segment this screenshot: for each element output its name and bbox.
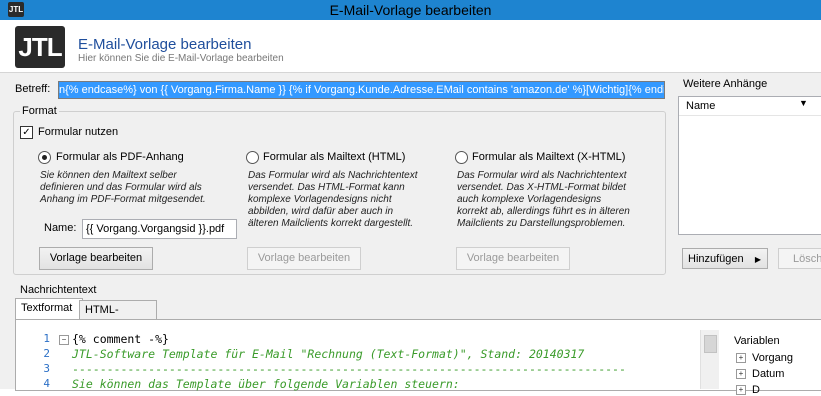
radio-mailtext-html[interactable] [246, 151, 259, 164]
name-label: Name: [44, 222, 77, 234]
radio-pdf-attachment[interactable] [38, 151, 51, 164]
dropdown-arrow-icon: ▶ [754, 255, 761, 264]
tab-textformat[interactable]: Textformat [15, 298, 83, 320]
pdf-name-input[interactable]: {{ Vorgang.Vorgangsid }}.pdf [82, 219, 237, 239]
expand-icon[interactable]: + [736, 353, 746, 363]
line-number: 4 [43, 377, 50, 390]
variable-d[interactable]: D [752, 384, 760, 396]
tab-html-format[interactable]: HTML-Format [79, 300, 157, 335]
expand-icon[interactable]: + [736, 385, 746, 395]
mailtext-xhtml-description: Das Formular wird als Nachrichtentext ve… [457, 170, 630, 229]
jtl-logo: JTL [15, 26, 65, 68]
line-number: 3 [43, 362, 50, 375]
variables-label: Variablen [734, 335, 780, 347]
edit-xhtml-template-button[interactable]: Vorlage bearbeiten [456, 247, 570, 270]
sort-arrow-icon: ▼ [799, 98, 808, 108]
header-subtitle: Hier können Sie die E-Mail-Vorlage bearb… [78, 53, 284, 64]
attachments-column-name: Name [686, 100, 716, 112]
radio-mailtext-html-label: Formular als Mailtext (HTML) [263, 151, 406, 163]
attachments-column-header[interactable]: Name ▼ [679, 97, 821, 116]
subject-label: Betreff: [15, 83, 51, 95]
mailtext-html-description: Das Formular wird als Nachrichtentext ve… [248, 170, 418, 229]
code-line-1: {% comment -%} [72, 332, 169, 346]
attachments-list[interactable]: Name ▼ [678, 96, 821, 235]
radio-mailtext-xhtml-label: Formular als Mailtext (X-HTML) [472, 151, 626, 163]
format-group-label: Format [20, 105, 59, 117]
dialog-header: JTL E-Mail-Vorlage bearbeiten Hier könne… [0, 20, 821, 73]
radio-mailtext-xhtml[interactable] [455, 151, 468, 164]
edit-pdf-template-button[interactable]: Vorlage bearbeiten [39, 247, 153, 270]
add-attachment-button[interactable]: Hinzufügen ▶ [682, 248, 768, 269]
variables-panel: Variablen + Vorgang + Datum + D [730, 330, 821, 396]
line-number: 1 [43, 332, 50, 345]
line-number: 2 [43, 347, 50, 360]
variable-vorgang[interactable]: Vorgang [752, 352, 793, 364]
window-title-bar: JTL E-Mail-Vorlage bearbeiten [0, 0, 821, 20]
variable-datum[interactable]: Datum [752, 368, 784, 380]
fold-toggle-icon[interactable]: − [59, 335, 69, 345]
header-title: E-Mail-Vorlage bearbeiten [78, 36, 252, 53]
code-editor[interactable]: 1 − {% comment -%} 2 JTL-Software Templa… [43, 330, 718, 391]
code-line-4: Sie können das Template über folgende Va… [72, 377, 460, 391]
message-group-label: Nachrichtentext [20, 284, 97, 296]
code-line-3: ----------------------------------------… [72, 362, 626, 376]
pdf-attachment-description: Sie können den Mailtext selber definiere… [40, 170, 206, 205]
radio-pdf-attachment-label: Formular als PDF-Anhang [56, 151, 184, 163]
subject-input[interactable]: n{% endcase%} von {{ Vorgang.Firma.Name … [58, 81, 665, 99]
edit-html-template-button[interactable]: Vorlage bearbeiten [247, 247, 361, 270]
add-attachment-label: Hinzufügen [688, 253, 744, 265]
use-form-checkbox[interactable]: ✓ [20, 126, 33, 139]
delete-attachment-button[interactable]: Lösch [778, 248, 821, 269]
scrollbar-thumb[interactable] [704, 335, 717, 353]
expand-icon[interactable]: + [736, 369, 746, 379]
attachments-group-label: Weitere Anhänge [681, 78, 770, 90]
editor-scrollbar[interactable] [700, 330, 719, 389]
window-title: E-Mail-Vorlage bearbeiten [329, 2, 492, 18]
use-form-label: Formular nutzen [38, 126, 119, 138]
code-line-2: JTL-Software Template für E-Mail "Rechnu… [72, 347, 585, 361]
